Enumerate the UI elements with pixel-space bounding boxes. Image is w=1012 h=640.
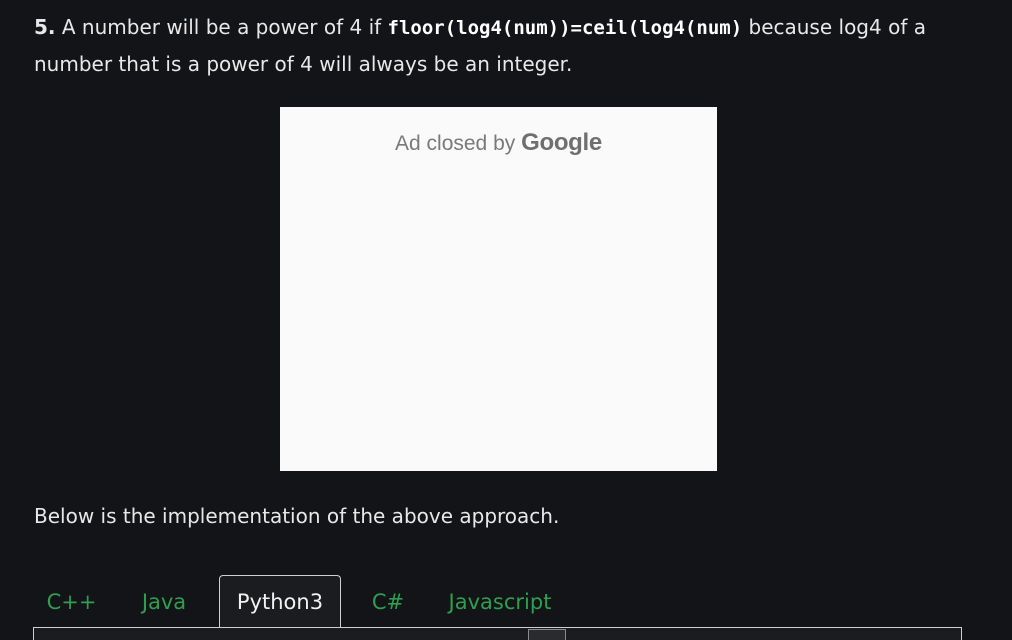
implementation-intro: Below is the implementation of the above… bbox=[34, 504, 560, 528]
ad-closed-prefix: Ad closed by bbox=[395, 132, 522, 155]
tab-javascript[interactable]: Javascript bbox=[435, 575, 565, 628]
copy-code-button[interactable] bbox=[528, 629, 566, 640]
tab-java[interactable]: Java bbox=[109, 575, 219, 628]
tab-cpp[interactable]: C++ bbox=[34, 575, 109, 628]
inline-code-condition: floor(log4(num))=ceil(log4(num) bbox=[387, 17, 743, 39]
tab-csharp[interactable]: C# bbox=[341, 575, 435, 628]
ad-placeholder: Ad closed by Google bbox=[280, 107, 717, 471]
tab-python3[interactable]: Python3 bbox=[219, 575, 341, 628]
step-number: 5. bbox=[34, 15, 56, 39]
language-tabs: C++ Java Python3 C# Javascript bbox=[34, 575, 565, 628]
step-text-part-1: A number will be a power of 4 if bbox=[55, 15, 388, 39]
article-page: 5. A number will be a power of 4 if floo… bbox=[0, 0, 1012, 640]
step-description: 5. A number will be a power of 4 if floo… bbox=[34, 9, 964, 82]
google-logo-text: Google bbox=[521, 129, 602, 156]
code-block bbox=[33, 627, 962, 640]
ad-closed-label: Ad closed by Google bbox=[280, 129, 717, 157]
